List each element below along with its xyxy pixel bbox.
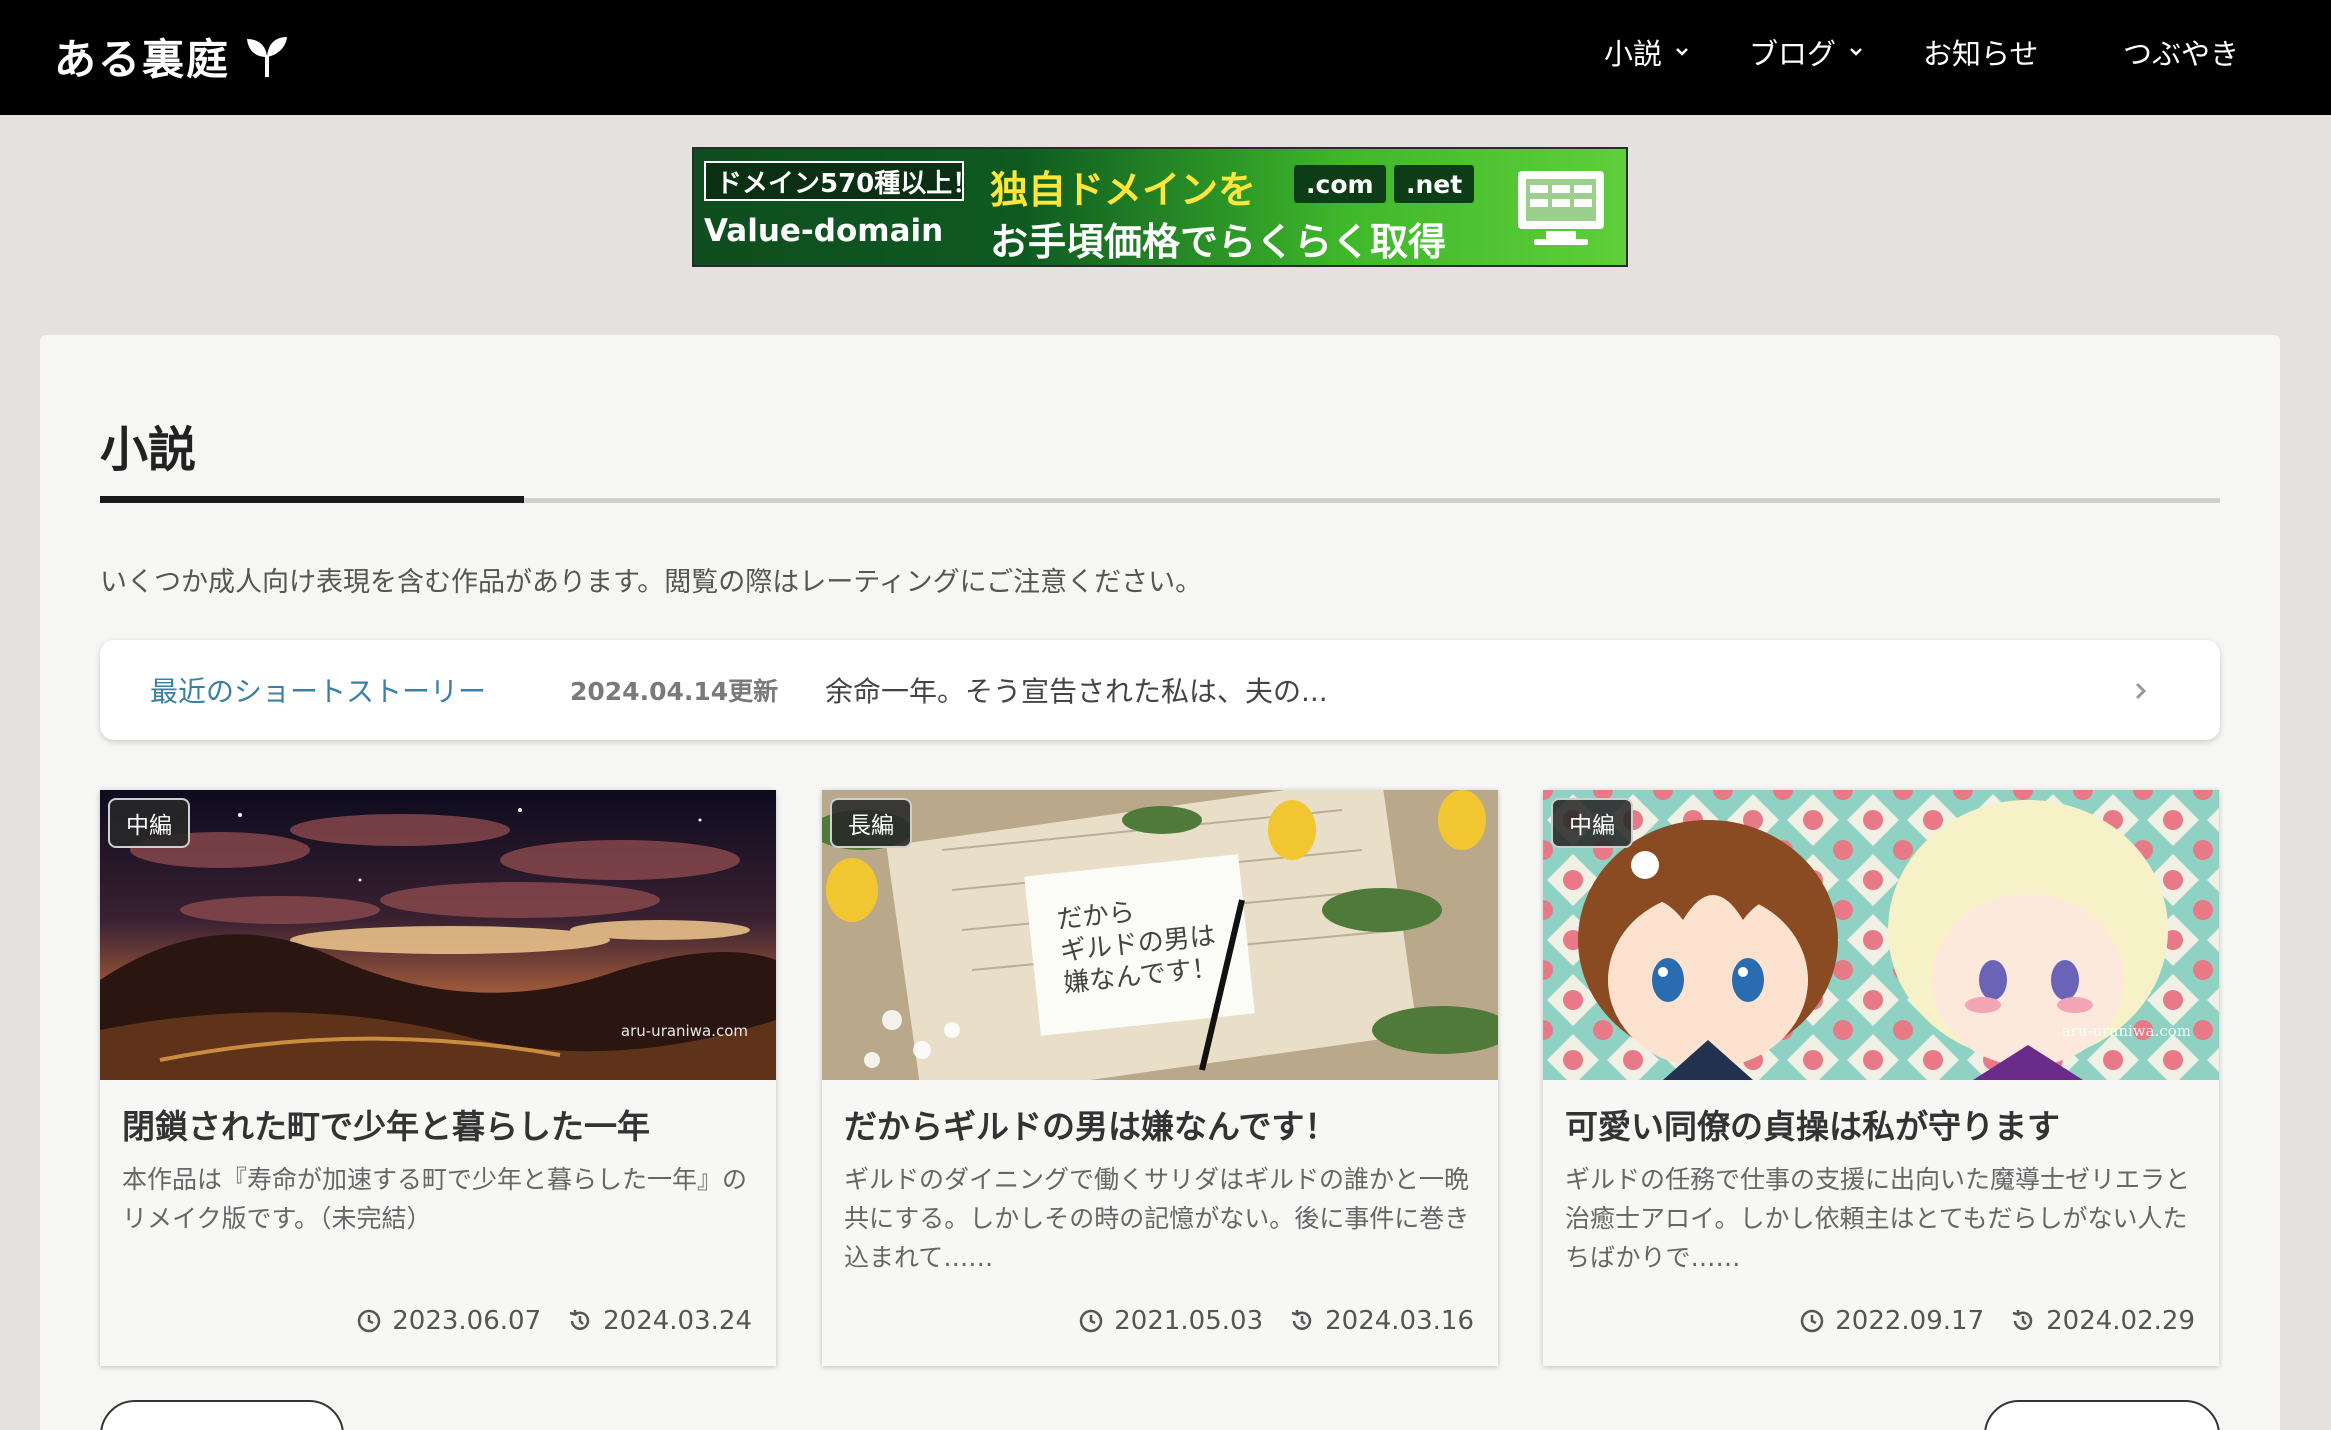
published-date-text: 2022.09.17 bbox=[1835, 1306, 1985, 1336]
works-list-button[interactable] bbox=[100, 1400, 344, 1430]
history-icon bbox=[2012, 1310, 2033, 1330]
image-watermark: aru-uraniwa.com bbox=[620, 1022, 748, 1040]
see-more-button[interactable] bbox=[1984, 1400, 2220, 1430]
ad-brand: Value-domain bbox=[704, 213, 944, 249]
site-logo[interactable]: ある裏庭 bbox=[54, 26, 290, 86]
card-title: 可愛い同僚の貞操は私が守ります bbox=[1565, 1107, 2060, 1146]
chevron-down-icon bbox=[1676, 48, 1688, 56]
updated-date-text: 2024.03.24 bbox=[603, 1306, 752, 1336]
image-watermark: aru-uraniwa.com bbox=[2061, 1022, 2191, 1040]
short-story-label: 最近のショートストーリー bbox=[150, 675, 487, 708]
card-thumbnail: 中編 aru-uraniwa.com bbox=[100, 790, 776, 1080]
title-underline bbox=[100, 496, 2220, 503]
clock-icon bbox=[1801, 1309, 1824, 1333]
nav-item-label: つぶやき bbox=[2123, 37, 2240, 71]
updated-date: 2024.02.29 bbox=[2010, 1306, 2195, 1336]
clock-icon bbox=[358, 1309, 381, 1333]
updated-date: 2024.03.16 bbox=[1289, 1306, 1474, 1336]
site-logo-text: ある裏庭 bbox=[54, 34, 231, 84]
card-description: ギルドの任務で仕事の支援に出向いた魔導士ゼリエラと治癒士アロイ。しかし依頼主はと… bbox=[1565, 1165, 2191, 1272]
ad-tld-com: .com bbox=[1294, 165, 1386, 203]
published-date: 2023.06.07 bbox=[356, 1306, 541, 1336]
chevron-down-icon bbox=[1850, 48, 1862, 56]
sprout-icon bbox=[247, 37, 288, 77]
ad-banner[interactable]: ドメイン570種以上！ Value-domain 独自ドメインを .com .n… bbox=[692, 147, 1628, 267]
novel-card[interactable]: だから ギルドの男は 嫌なんです！ 長編 だからギルドの男は嫌なんです！ ギルド… bbox=[822, 790, 1498, 1366]
site-header: ある裏庭 小説 ブログ お知らせ つぶやき bbox=[0, 0, 2331, 115]
card-thumbnail: だから ギルドの男は 嫌なんです！ 長編 bbox=[822, 790, 1498, 1080]
length-badge: 中編 bbox=[108, 798, 190, 848]
updated-date: 2024.03.24 bbox=[567, 1306, 752, 1336]
card-title: だからギルドの男は嫌なんです！ bbox=[844, 1107, 1338, 1146]
card-description: ギルドのダイニングで働くサリダはギルドの誰かと一晩共にする。しかしその時の記憶が… bbox=[844, 1165, 1470, 1272]
nav-item-blog[interactable]: ブログ bbox=[1749, 30, 1864, 74]
novel-card[interactable]: 中編 aru-uraniwa.com 閉鎖された町で少年と暮らした一年 本作品は… bbox=[100, 790, 776, 1366]
card-dates: 2023.06.07 2024.03.24 bbox=[356, 1306, 752, 1336]
ad-headline: 独自ドメインを bbox=[990, 167, 1257, 212]
ad-tag: ドメイン570種以上！ bbox=[704, 161, 978, 201]
published-date: 2022.09.17 bbox=[1799, 1306, 1984, 1336]
updated-date-text: 2024.02.29 bbox=[2046, 1306, 2195, 1336]
short-story-date: 2024.04.14更新 bbox=[570, 677, 779, 706]
rating-notice: いくつか成人向け表現を含む作品があります。閲覧の際はレーティングにご注意ください… bbox=[100, 567, 1203, 598]
history-icon bbox=[569, 1310, 590, 1330]
monitor-icon bbox=[1518, 171, 1604, 245]
card-dates: 2021.05.03 2024.03.16 bbox=[1078, 1306, 1474, 1336]
ad-tld-net: .net bbox=[1394, 165, 1475, 203]
flowers-letter-image: だから ギルドの男は 嫌なんです！ bbox=[822, 790, 1498, 1080]
history-icon bbox=[1291, 1310, 1312, 1330]
clock-icon bbox=[1080, 1309, 1103, 1333]
card-description: 本作品は『寿命が加速する町で少年と暮らした一年』のリメイク版です。（未完結） bbox=[122, 1165, 748, 1233]
nav-item-label: ブログ bbox=[1749, 37, 1837, 71]
nav-item-news[interactable]: お知らせ bbox=[1923, 30, 2038, 74]
card-title: 閉鎖された町で少年と暮らした一年 bbox=[122, 1107, 650, 1146]
recent-short-story[interactable]: 最近のショートストーリー 2024.04.14更新 余命一年。そう宣告された私は… bbox=[100, 640, 2220, 740]
nav-item-label: お知らせ bbox=[1923, 37, 2039, 71]
length-badge: 長編 bbox=[830, 798, 912, 848]
card-thumbnail: 中編 aru-uraniwa.com bbox=[1543, 790, 2219, 1080]
ad-subline: お手頃価格でらくらく取得 bbox=[990, 219, 1447, 264]
novel-card[interactable]: 中編 aru-uraniwa.com 可愛い同僚の貞操は私が守ります ギルドの任… bbox=[1543, 790, 2219, 1366]
length-badge: 中編 bbox=[1551, 798, 1633, 848]
nav-item-label: 小説 bbox=[1604, 37, 1663, 71]
published-date: 2021.05.03 bbox=[1078, 1306, 1263, 1336]
chevron-right-icon bbox=[2135, 682, 2147, 700]
updated-date-text: 2024.03.16 bbox=[1325, 1306, 1474, 1336]
published-date-text: 2023.06.07 bbox=[392, 1306, 542, 1336]
nav-item-novel[interactable]: 小説 bbox=[1604, 30, 1690, 74]
card-dates: 2022.09.17 2024.02.29 bbox=[1799, 1306, 2195, 1336]
page-title: 小説 bbox=[100, 422, 197, 478]
short-story-excerpt: 余命一年。そう宣告された私は、夫の... bbox=[825, 675, 1328, 708]
published-date-text: 2021.05.03 bbox=[1114, 1306, 1264, 1336]
nav-item-tweets[interactable]: つぶやき bbox=[2123, 30, 2239, 74]
